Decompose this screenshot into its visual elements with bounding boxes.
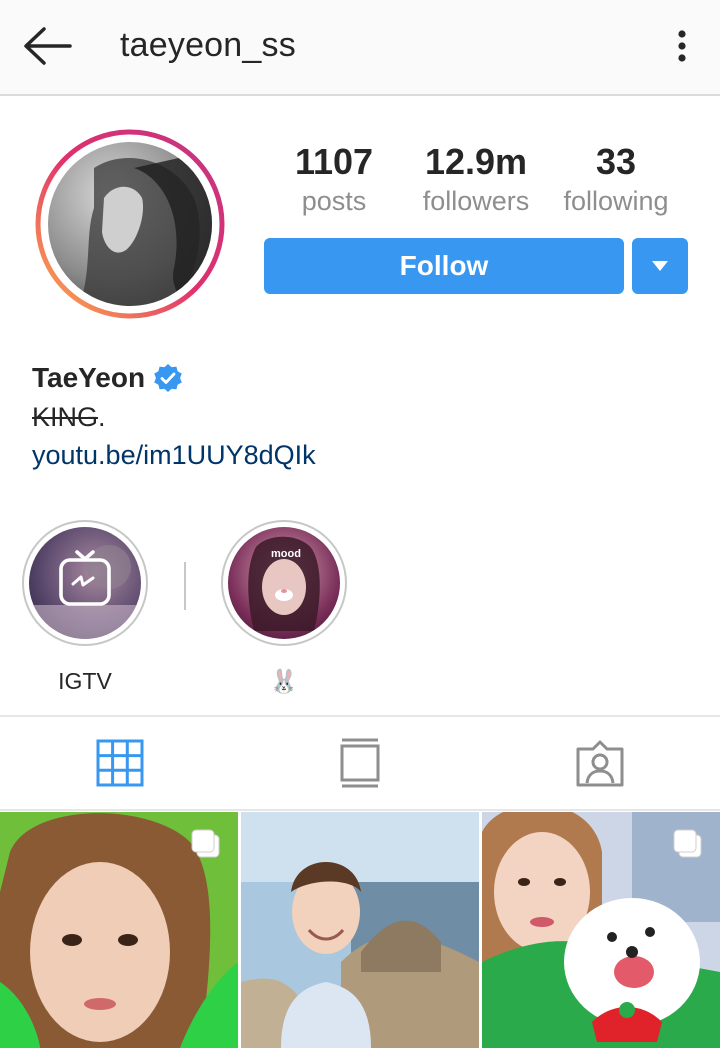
highlight-bunny-overlay-text: mood	[271, 548, 301, 560]
top-app-bar: taeyeon_ss	[0, 0, 720, 96]
tab-tagged[interactable]	[574, 737, 626, 789]
posts-grid	[0, 812, 720, 1048]
posts-count[interactable]: 1107 posts	[284, 142, 384, 218]
highlights-divider	[184, 562, 186, 610]
followers-count-value: 12.9m	[424, 141, 528, 182]
posts-count-label: posts	[301, 186, 367, 216]
vertical-ellipsis-icon	[678, 30, 686, 62]
tab-feed[interactable]	[334, 737, 386, 789]
profile-username: taeyeon_ss	[120, 26, 296, 64]
following-count-label: following	[563, 186, 669, 216]
profile-photo	[35, 129, 225, 319]
follow-button[interactable]: Follow	[264, 238, 624, 294]
profile-view-tabs	[0, 715, 720, 811]
following-count-value: 33	[595, 141, 637, 182]
following-count[interactable]: 33 following	[556, 142, 676, 218]
post-thumbnail[interactable]	[482, 812, 720, 1048]
highlight-igtv-label: IGTV	[58, 668, 112, 694]
profile-name: TaeYeon	[32, 362, 146, 393]
highlight-bunny[interactable]: mood 🐰	[221, 520, 347, 695]
more-options-button[interactable]	[666, 24, 698, 72]
bio-strikethrough-text: KING	[32, 402, 99, 432]
post-thumbnail[interactable]	[241, 812, 479, 1048]
back-button[interactable]	[20, 22, 76, 70]
multiple-photos-icon	[673, 829, 702, 858]
tagged-person-icon	[576, 740, 624, 787]
avatar[interactable]	[34, 128, 226, 320]
followers-count-label: followers	[422, 186, 530, 216]
profile-name-row: TaeYeon	[32, 362, 183, 394]
arrow-left-icon	[24, 27, 72, 65]
tab-grid[interactable]	[94, 737, 146, 789]
highlight-bunny-label: 🐰	[269, 668, 299, 694]
followers-count[interactable]: 12.9m followers	[414, 142, 538, 218]
grid-icon	[96, 739, 144, 787]
posts-count-value: 1107	[294, 141, 374, 182]
highlight-bunny-cover	[228, 527, 340, 639]
igtv-icon	[59, 550, 111, 606]
verified-badge-icon	[154, 364, 182, 392]
highlight-igtv[interactable]: IGTV	[22, 520, 148, 695]
feed-icon	[340, 738, 380, 788]
profile-website-link[interactable]: youtu.be/im1UUY8dQIk	[32, 440, 316, 471]
profile-bio: KING.	[32, 402, 106, 433]
post-thumbnail[interactable]	[0, 812, 238, 1048]
highlight-bunny-ring	[221, 520, 347, 646]
caret-down-icon	[652, 261, 668, 271]
post-photo	[241, 812, 479, 1048]
bio-tail-text: .	[98, 402, 106, 432]
suggested-accounts-button[interactable]	[632, 238, 688, 294]
multiple-photos-icon	[191, 829, 220, 858]
